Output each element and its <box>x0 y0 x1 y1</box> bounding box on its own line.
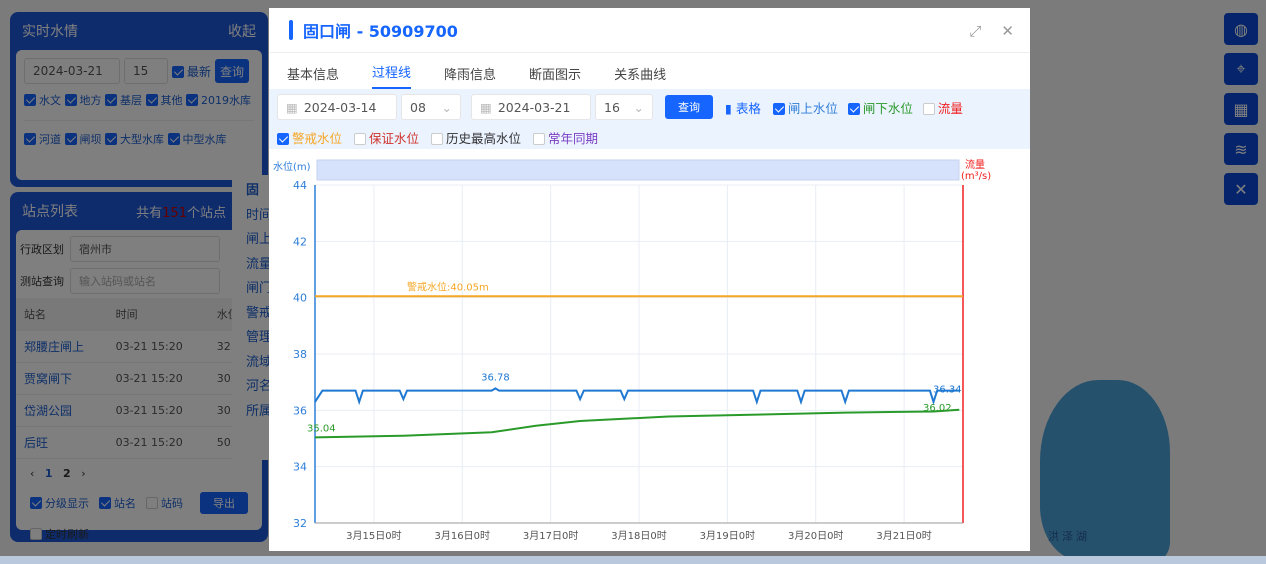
tab-item[interactable]: 基本信息 <box>287 64 339 89</box>
y-tick-label: 44 <box>293 179 307 192</box>
end-date-input[interactable]: ▦ 2024-03-21 <box>471 94 591 120</box>
fullscreen-icon[interactable]: ⤢ <box>969 22 981 40</box>
data-label: 36.34 <box>933 385 962 396</box>
level-toggle-checkbox[interactable]: 常年同期 <box>533 128 598 147</box>
tab-item[interactable]: 关系曲线 <box>614 64 666 89</box>
x-tick-label: 3月21日0时 <box>876 530 931 542</box>
x-tick-label: 3月15日0时 <box>346 530 401 542</box>
water-level-chart[interactable]: 水位(m) 流量(m³/s) 32 34 36 38 40 42 44 3月15日0时 3月16日0… <box>269 158 1030 548</box>
station-detail-modal: 固口闸 - 50909700 ⤢ ✕ 基本信息 过程线 降雨信息 断面图示 关系曲线 ▦ 2… <box>269 8 1030 551</box>
tab-item[interactable]: 过程线 <box>372 62 412 89</box>
calendar-icon: ▦ <box>480 99 492 115</box>
chart-toolbar: ▦ 2024-03-14 08 ⌄ ▦ 2024-03-21 16 ⌄ 查询 ▮ 表格 … <box>269 89 1030 149</box>
level-toggle-checkbox[interactable]: 警戒水位 <box>277 128 342 147</box>
series-line-upstream <box>314 387 960 406</box>
tab-bar: 基本信息 过程线 降雨信息 断面图示 关系曲线 <box>269 53 1030 89</box>
zoom-slider <box>316 159 960 181</box>
y-axis-title: 水位(m) <box>273 160 311 173</box>
level-toggle-checkbox[interactable]: 历史最高水位 <box>431 128 521 147</box>
close-icon[interactable]: ✕ <box>1001 22 1014 40</box>
series-toggle-checkbox[interactable]: 闸上水位 <box>772 98 838 117</box>
start-hour-select[interactable]: 08 ⌄ <box>401 94 461 120</box>
modal-title: 固口闸 - 50909700 <box>303 22 458 41</box>
chevron-down-icon: ⌄ <box>441 99 452 115</box>
y-tick-label: 32 <box>293 517 307 530</box>
data-label: 36.78 <box>481 372 510 383</box>
table-view-button[interactable]: ▮ 表格 <box>725 98 761 117</box>
end-hour-select[interactable]: 16 ⌄ <box>595 94 653 120</box>
series-line-downstream <box>314 408 960 439</box>
warning-level-label: 警戒水位:40.05m <box>407 280 489 293</box>
chevron-down-icon: ⌄ <box>633 99 644 115</box>
y-tick-label: 38 <box>293 348 307 361</box>
y2-axis-unit: (m³/s) <box>961 171 991 182</box>
tab-item[interactable]: 断面图示 <box>529 64 581 89</box>
tab-item[interactable]: 降雨信息 <box>444 64 496 89</box>
data-label: 35.04 <box>307 423 336 434</box>
query-button[interactable]: 查询 <box>665 95 713 119</box>
start-date-input[interactable]: ▦ 2024-03-14 <box>277 94 397 120</box>
bar-chart-icon: ▮ <box>725 100 732 116</box>
data-label: 36.02 <box>923 403 952 414</box>
calendar-icon: ▦ <box>286 99 298 115</box>
taskbar <box>0 556 1266 564</box>
series-toggle-checkbox[interactable]: 流量 <box>922 98 963 117</box>
y2-axis-title: 流量 <box>965 158 985 171</box>
x-tick-label: 3月16日0时 <box>435 530 490 542</box>
y-tick-label: 42 <box>293 235 307 248</box>
series-toggle-checkbox[interactable]: 闸下水位 <box>847 98 913 117</box>
x-tick-label: 3月19日0时 <box>700 530 755 542</box>
y-tick-label: 40 <box>293 292 307 305</box>
x-tick-label: 3月20日0时 <box>788 530 843 542</box>
level-toggle-checkbox[interactable]: 保证水位 <box>354 128 419 147</box>
x-tick-label: 3月18日0时 <box>611 530 666 542</box>
y-tick-label: 34 <box>293 461 307 474</box>
y-tick-label: 36 <box>293 404 307 417</box>
x-tick-label: 3月17日0时 <box>523 530 578 542</box>
